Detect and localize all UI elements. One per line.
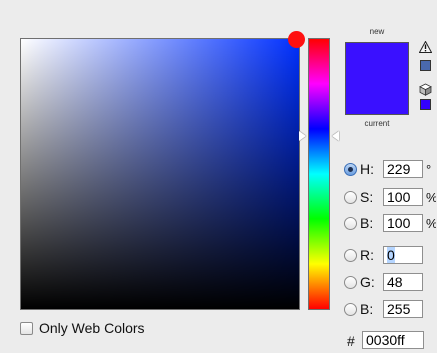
hue-radio[interactable] — [344, 162, 357, 176]
red-radio[interactable] — [344, 248, 357, 262]
warning-triangle-icon[interactable] — [419, 41, 432, 53]
hue-unit: ° — [426, 161, 432, 177]
green-input[interactable] — [383, 273, 423, 291]
only-web-colors-checkbox[interactable] — [20, 321, 33, 335]
new-color-swatch — [345, 42, 409, 79]
hue-label: H: — [360, 161, 374, 177]
brightness-label: B: — [360, 215, 374, 231]
blue-radio[interactable] — [344, 302, 357, 316]
current-color-swatch[interactable] — [345, 79, 409, 115]
hue-input[interactable] — [383, 160, 423, 178]
hue-row: H: ° — [344, 159, 436, 179]
web-safe-swatch[interactable] — [420, 99, 431, 110]
green-row: G: — [344, 272, 423, 292]
green-radio[interactable] — [344, 275, 357, 289]
red-row: R: 0 — [344, 245, 423, 265]
brightness-layer — [21, 39, 299, 309]
color-picker-handle[interactable] — [288, 31, 305, 48]
new-color-label: new — [369, 27, 385, 36]
brightness-row: B: % — [344, 213, 436, 233]
hex-symbol: # — [347, 333, 355, 349]
blue-row: B: — [344, 299, 423, 319]
saturation-label: S: — [360, 189, 374, 205]
blue-input[interactable] — [383, 300, 423, 318]
current-color-label: current — [364, 119, 390, 128]
web-safe-cube-icon[interactable] — [419, 83, 432, 96]
brightness-radio[interactable] — [344, 216, 357, 230]
only-web-colors-option[interactable]: Only Web Colors — [20, 319, 145, 337]
only-web-colors-label: Only Web Colors — [39, 320, 145, 336]
brightness-input[interactable] — [383, 214, 423, 232]
color-field[interactable] — [20, 38, 300, 310]
hue-slider-left-arrow[interactable] — [299, 131, 306, 141]
hue-slider-right-arrow[interactable] — [332, 131, 339, 141]
saturation-unit: % — [426, 190, 436, 205]
hex-input[interactable] — [362, 331, 424, 349]
gamut-warning-swatch[interactable] — [420, 60, 431, 71]
saturation-row: S: % — [344, 187, 436, 207]
saturation-input[interactable] — [383, 188, 423, 206]
blue-label: B: — [360, 301, 374, 317]
red-label: R: — [360, 247, 374, 263]
green-label: G: — [360, 274, 375, 290]
red-input-value: 0 — [387, 247, 395, 263]
red-input[interactable]: 0 — [383, 246, 423, 264]
saturation-radio[interactable] — [344, 190, 357, 204]
hue-slider[interactable] — [308, 38, 330, 310]
brightness-unit: % — [426, 216, 436, 231]
